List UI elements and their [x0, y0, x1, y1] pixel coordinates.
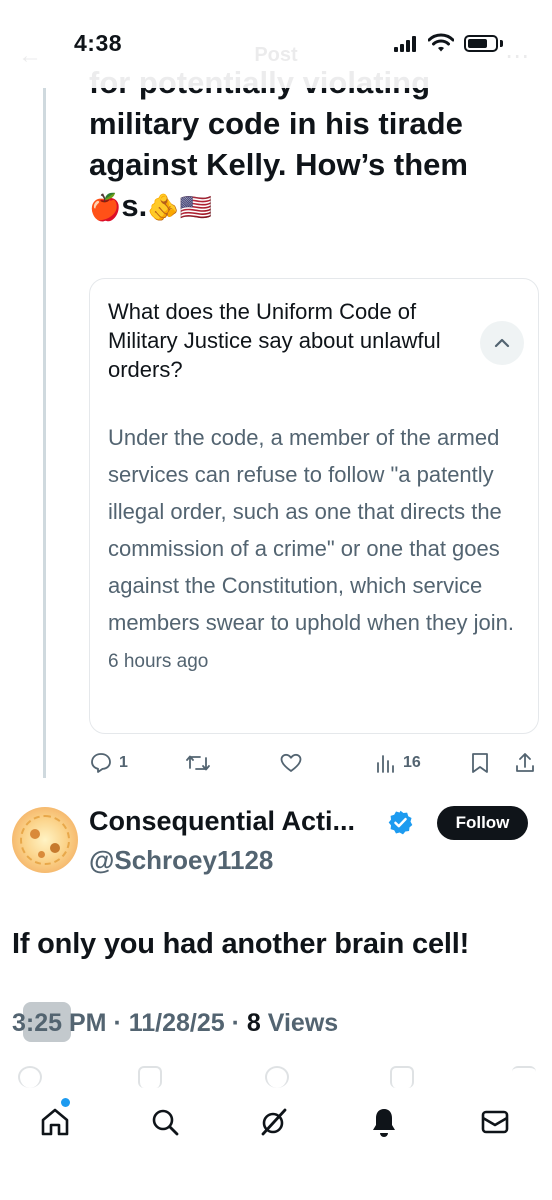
share-icon	[516, 753, 534, 772]
qa-answer: Under the code, a member of the armed se…	[108, 419, 528, 680]
meta-separator: ·	[113, 1009, 122, 1037]
avatar-dot	[50, 843, 60, 853]
qa-question: What does the Uniform Code of Military J…	[108, 299, 441, 382]
views-icon	[377, 755, 394, 773]
collapse-button[interactable]	[480, 321, 524, 365]
bottom-navigation	[0, 1090, 552, 1200]
avatar-ring	[20, 815, 70, 865]
meta-separator: ·	[231, 1009, 240, 1037]
more-options-icon[interactable]: ⋯	[505, 42, 530, 71]
search-icon	[152, 1109, 179, 1136]
share-button[interactable]	[513, 748, 537, 778]
status-time: 4:38	[74, 30, 123, 56]
apple-emoji: 🍎	[89, 192, 122, 222]
tweet-text-word: s.	[121, 188, 148, 223]
notifications-icon	[373, 1109, 395, 1137]
like-icon	[280, 753, 302, 772]
nav-messages[interactable]	[475, 1102, 515, 1142]
messages-icon	[481, 1110, 509, 1134]
nav-search[interactable]	[145, 1102, 185, 1142]
pointing-flag-emoji: 🫵🇺🇸	[147, 192, 212, 222]
nav-home[interactable]	[35, 1102, 75, 1142]
qa-answer-text: Under the code, a member of the armed se…	[108, 425, 514, 635]
reply-views-label: Views	[267, 1009, 339, 1037]
avatar[interactable]	[12, 807, 78, 873]
home-icon	[41, 1108, 69, 1136]
tweet-text-line-last: 🍎s.🫵🇺🇸	[89, 185, 529, 226]
retweet-icon[interactable]	[138, 1066, 162, 1088]
reply-button[interactable]: 1	[89, 748, 128, 778]
like-icon[interactable]	[265, 1066, 289, 1088]
like-button[interactable]	[279, 748, 303, 778]
wifi-icon	[428, 33, 454, 52]
qa-card[interactable]: What does the Uniform Code of Military J…	[89, 278, 539, 734]
bookmark-button[interactable]	[470, 748, 490, 778]
retweet-icon	[186, 755, 210, 771]
reply-text: If only you had another brain cell!	[12, 928, 470, 960]
views-button[interactable]: 16	[375, 748, 421, 778]
nav-notifications[interactable]	[364, 1102, 404, 1142]
bookmark-icon	[472, 753, 488, 773]
reply-handle[interactable]: @Schroey1128	[89, 845, 273, 876]
bookmark-icon[interactable]	[390, 1066, 414, 1088]
cellular-signal-icon	[394, 36, 420, 52]
avatar-dot	[38, 851, 45, 858]
reply-icon	[91, 753, 111, 773]
floating-chat-icon[interactable]	[23, 1002, 71, 1042]
avatar-dot	[30, 829, 40, 839]
reply-icon[interactable]	[18, 1066, 42, 1088]
follow-button[interactable]: Follow	[437, 806, 528, 840]
reply-date[interactable]: 11/28/25	[129, 1009, 225, 1037]
grok-icon	[261, 1108, 287, 1136]
verified-badge-icon	[388, 810, 413, 835]
battery-icon	[464, 35, 498, 52]
tweet-text-line: military code in his tirade	[89, 106, 463, 141]
status-bar: ← Post ⋯ 4:38	[0, 0, 552, 88]
reply-count: 1	[119, 754, 128, 771]
qa-timestamp: 6 hours ago	[108, 651, 209, 672]
share-icon[interactable]	[512, 1066, 536, 1088]
tweet-text-line: against Kelly. How’s them	[89, 147, 468, 182]
reply-views-number: 8	[246, 1009, 261, 1037]
views-count: 16	[403, 754, 421, 771]
faded-action-row	[0, 1066, 552, 1088]
chevron-up-icon	[494, 338, 510, 348]
tweet-action-bar: 1 16	[89, 748, 539, 778]
reply-display-name[interactable]: Consequential Acti...	[89, 806, 355, 837]
battery-cap	[500, 40, 503, 47]
thread-connector-line	[43, 88, 46, 778]
nav-grok[interactable]	[254, 1102, 294, 1142]
notification-dot	[61, 1098, 70, 1107]
retweet-button[interactable]	[185, 748, 211, 778]
